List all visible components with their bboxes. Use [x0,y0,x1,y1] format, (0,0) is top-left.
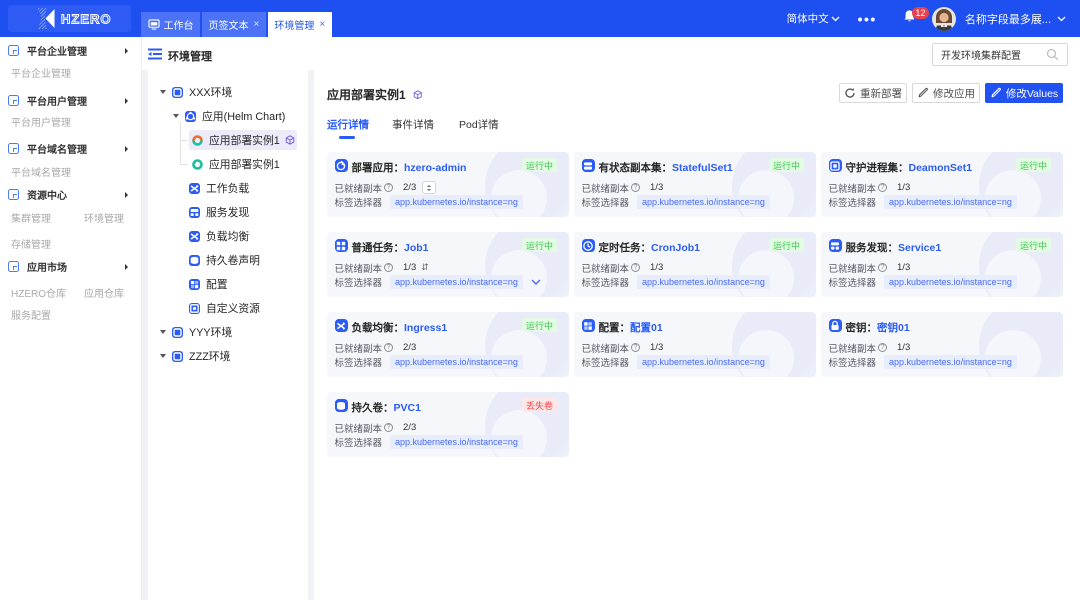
svg-text:HZERO: HZERO [61,12,112,27]
